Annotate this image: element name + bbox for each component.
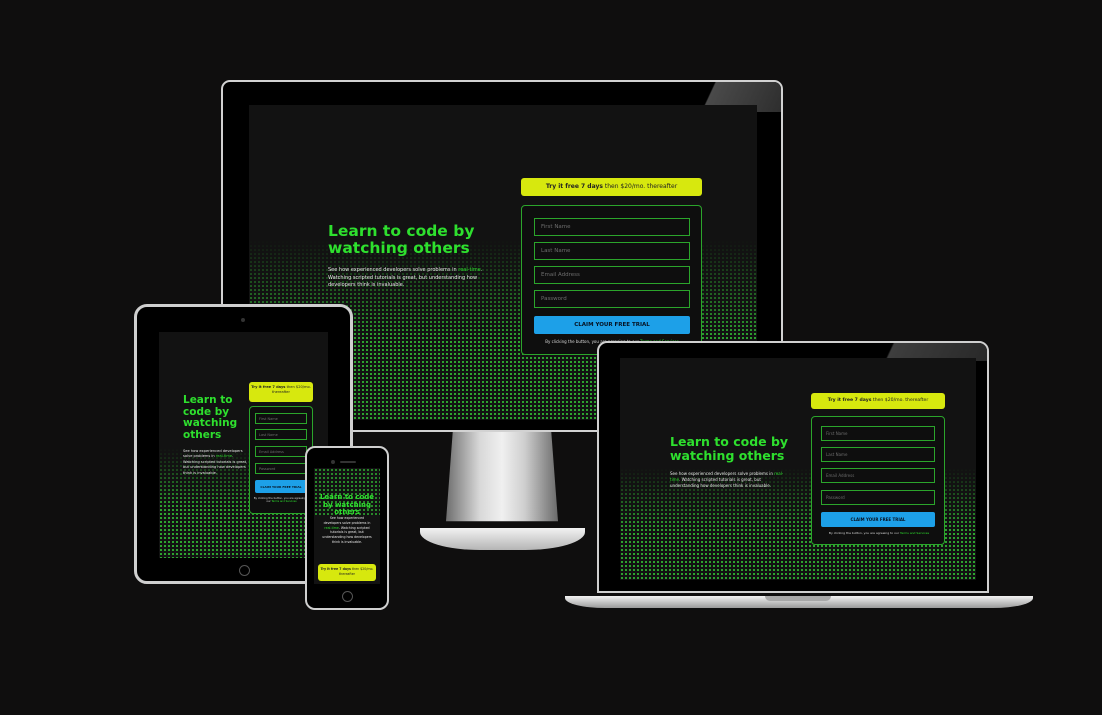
password-field[interactable]: Password: [534, 290, 690, 308]
first-name-field[interactable]: First Name: [534, 218, 690, 236]
monitor-stand-base: [420, 528, 585, 550]
phone-screen: Learn to code by watching others See how…: [314, 468, 380, 584]
first-name-field[interactable]: First Name: [255, 413, 307, 424]
claim-trial-button[interactable]: CLAIM YOUR FREE TRIAL: [821, 512, 935, 527]
phone-home-button[interactable]: [342, 591, 353, 602]
hero-heading: Learn to code by watching others: [670, 434, 789, 463]
hero-heading: Learn to code by watching others: [183, 394, 238, 441]
monitor-stand-neck: [446, 432, 558, 522]
tablet-home-button[interactable]: [239, 565, 250, 576]
promo-banner: Try it free 7 days then $20/mo. thereaft…: [521, 178, 702, 196]
last-name-field[interactable]: Last Name: [255, 429, 307, 440]
tablet-screen: Learn to code by watching others See how…: [159, 332, 328, 558]
hero-description: See how experienced developers solve pro…: [670, 471, 784, 488]
password-field[interactable]: Password: [821, 490, 935, 505]
hero-heading: Learn to code by watching others: [319, 493, 375, 517]
last-name-field[interactable]: Last Name: [821, 447, 935, 462]
promo-banner: Try it free 7 days then $20/mo. thereaft…: [811, 393, 945, 409]
signup-card: First Name Last Name Email Address Passw…: [811, 416, 945, 545]
phone-camera: [331, 460, 335, 464]
laptop-notch: [765, 596, 831, 601]
hero-heading: Learn to code by watching others: [328, 222, 475, 258]
tablet-camera: [241, 318, 245, 322]
email-field[interactable]: Email Address: [534, 266, 690, 284]
promo-banner: Try it free 7 days then $20/mo. thereaft…: [318, 564, 376, 581]
claim-trial-button[interactable]: CLAIM YOUR FREE TRIAL: [255, 480, 307, 493]
terms-text: By clicking the button, you are agreeing…: [253, 497, 310, 503]
claim-trial-button[interactable]: CLAIM YOUR FREE TRIAL: [534, 316, 690, 334]
hero-description: See how experienced developers solve pro…: [322, 516, 372, 544]
last-name-field[interactable]: Last Name: [534, 242, 690, 260]
phone-speaker: [340, 461, 356, 463]
hero-description: See how experienced developers solve pro…: [183, 449, 248, 475]
terms-text: By clicking the button, you are agreeing…: [828, 531, 930, 535]
phone: Learn to code by watching others See how…: [305, 446, 389, 610]
signup-card: First Name Last Name Email Address Passw…: [521, 205, 702, 355]
first-name-field[interactable]: First Name: [821, 426, 935, 441]
laptop-screen: Learn to code by watching others See how…: [620, 358, 976, 580]
email-field[interactable]: Email Address: [821, 468, 935, 483]
signup-card: First Name Last Name Email Address Passw…: [249, 406, 313, 514]
terms-link[interactable]: Terms and Services: [272, 500, 297, 503]
terms-link[interactable]: Terms and Services: [900, 531, 929, 535]
password-field[interactable]: Password: [255, 463, 307, 474]
promo-banner: Try it free 7 days then $20/mo. thereaft…: [249, 382, 313, 402]
hero-description: See how experienced developers solve pro…: [328, 267, 483, 288]
email-field[interactable]: Email Address: [255, 446, 307, 457]
laptop: Learn to code by watching others See how…: [565, 341, 1033, 617]
